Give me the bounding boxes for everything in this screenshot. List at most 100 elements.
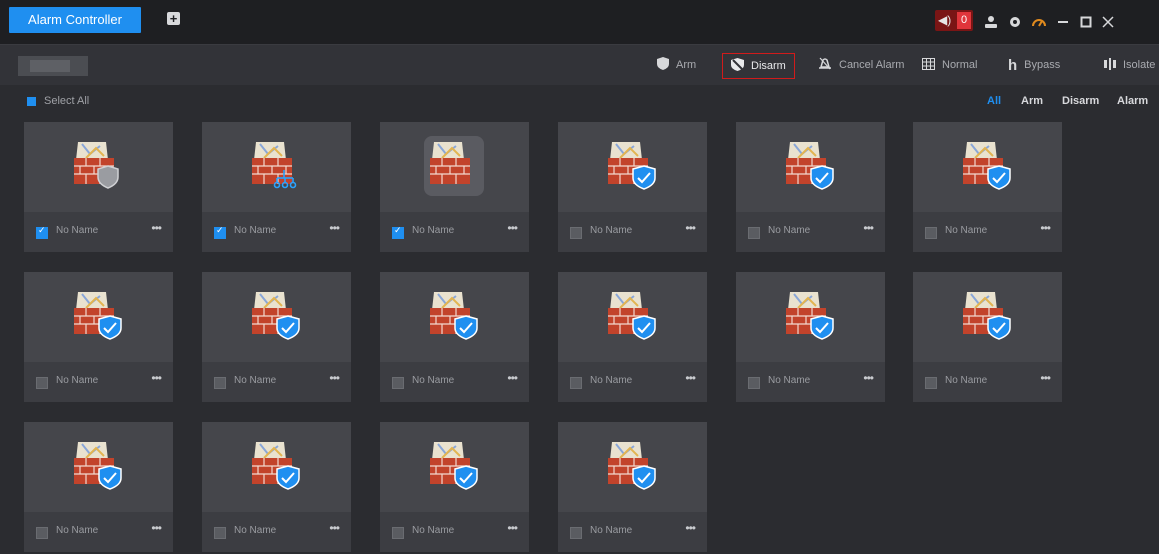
zone-card[interactable]: No Name ••• [24, 422, 173, 552]
zone-image[interactable] [558, 122, 707, 212]
zone-footer: No Name ••• [913, 212, 1062, 252]
tab-alarm-controller[interactable]: Alarm Controller [9, 7, 141, 33]
zone-checkbox[interactable] [214, 377, 226, 389]
zone-card[interactable]: No Name ••• [736, 122, 885, 252]
zone-image[interactable] [558, 272, 707, 362]
firewall-zone-icon [424, 136, 484, 196]
more-options-icon[interactable]: ••• [329, 521, 340, 535]
zone-footer: No Name ••• [380, 212, 529, 252]
more-options-icon[interactable]: ••• [1040, 371, 1051, 385]
zone-image[interactable] [913, 272, 1062, 362]
zone-checkbox[interactable] [392, 527, 404, 539]
zone-checkbox[interactable] [36, 225, 48, 239]
zone-card[interactable]: No Name ••• [202, 122, 351, 252]
minimize-icon[interactable] [1057, 0, 1069, 44]
maximize-icon[interactable] [1080, 0, 1092, 44]
bypass-button[interactable]: h Bypass [1008, 53, 1060, 77]
zone-footer: No Name ••• [24, 362, 173, 402]
gear-icon[interactable] [1008, 0, 1022, 44]
zone-checkbox[interactable] [925, 227, 937, 239]
zone-name: No Name [945, 375, 988, 386]
zone-card[interactable]: No Name ••• [202, 272, 351, 402]
bypass-label: Bypass [1024, 59, 1061, 71]
zone-checkbox[interactable] [214, 225, 226, 239]
zone-checkbox[interactable] [748, 377, 760, 389]
firewall-zone-icon [606, 440, 658, 492]
zone-card[interactable]: No Name ••• [558, 272, 707, 402]
disarm-label: Disarm [751, 60, 786, 72]
zone-checkbox[interactable] [214, 527, 226, 539]
more-options-icon[interactable]: ••• [329, 221, 340, 235]
zone-footer: No Name ••• [202, 512, 351, 552]
zone-card[interactable]: No Name ••• [913, 122, 1062, 252]
more-options-icon[interactable]: ••• [507, 521, 518, 535]
zone-footer: No Name ••• [558, 512, 707, 552]
zone-image[interactable] [913, 122, 1062, 212]
more-options-icon[interactable]: ••• [685, 221, 696, 235]
zone-image[interactable] [202, 122, 351, 212]
more-options-icon[interactable]: ••• [151, 221, 162, 235]
zone-checkbox[interactable] [392, 225, 404, 239]
zone-image[interactable] [380, 422, 529, 512]
select-all-checkbox[interactable]: Select All [27, 95, 89, 107]
more-options-icon[interactable]: ••• [507, 371, 518, 385]
zone-checkbox[interactable] [570, 227, 582, 239]
more-options-icon[interactable]: ••• [151, 371, 162, 385]
arm-button[interactable]: Arm [657, 53, 696, 77]
close-icon[interactable] [1102, 0, 1114, 44]
user-icon[interactable] [984, 0, 998, 44]
zone-checkbox[interactable] [36, 377, 48, 389]
filter-disarm[interactable]: Disarm [1062, 95, 1099, 107]
zone-checkbox[interactable] [392, 377, 404, 389]
zone-card[interactable]: No Name ••• [558, 122, 707, 252]
filter-arm[interactable]: Arm [1021, 95, 1043, 107]
zone-image[interactable] [736, 122, 885, 212]
plus-box-icon[interactable]: + [167, 12, 180, 25]
more-options-icon[interactable]: ••• [329, 371, 340, 385]
shield-icon [657, 57, 669, 73]
zone-name: No Name [56, 225, 99, 236]
zone-footer: No Name ••• [24, 212, 173, 252]
zone-checkbox[interactable] [925, 377, 937, 389]
zone-card[interactable]: No Name ••• [380, 122, 529, 252]
more-options-icon[interactable]: ••• [1040, 221, 1051, 235]
zone-footer: No Name ••• [736, 362, 885, 402]
zone-image[interactable] [24, 122, 173, 212]
zone-image[interactable] [202, 422, 351, 512]
zone-card[interactable]: No Name ••• [380, 272, 529, 402]
zone-image[interactable] [380, 272, 529, 362]
zone-card[interactable]: No Name ••• [24, 272, 173, 402]
zone-footer: No Name ••• [736, 212, 885, 252]
more-options-icon[interactable]: ••• [685, 521, 696, 535]
filter-alarm[interactable]: Alarm [1117, 95, 1148, 107]
zone-checkbox[interactable] [570, 527, 582, 539]
zone-card[interactable]: No Name ••• [913, 272, 1062, 402]
zone-image[interactable] [736, 272, 885, 362]
filter-all[interactable]: All [987, 95, 1001, 107]
zone-card[interactable]: No Name ••• [558, 422, 707, 552]
zone-image[interactable] [24, 272, 173, 362]
zone-card[interactable]: No Name ••• [202, 422, 351, 552]
cancel-alarm-button[interactable]: Cancel Alarm [818, 53, 904, 77]
zone-name: No Name [234, 525, 277, 536]
zone-image[interactable] [380, 122, 529, 212]
normal-button[interactable]: Normal [922, 53, 977, 77]
more-options-icon[interactable]: ••• [863, 221, 874, 235]
zone-checkbox[interactable] [570, 377, 582, 389]
zone-checkbox[interactable] [36, 527, 48, 539]
zone-card[interactable]: No Name ••• [736, 272, 885, 402]
gauge-icon[interactable] [1031, 0, 1047, 44]
zone-image[interactable] [202, 272, 351, 362]
zone-card[interactable]: No Name ••• [380, 422, 529, 552]
zone-card[interactable]: No Name ••• [24, 122, 173, 252]
more-options-icon[interactable]: ••• [863, 371, 874, 385]
alarm-counter[interactable]: ◀) 0 [935, 10, 973, 31]
more-options-icon[interactable]: ••• [507, 221, 518, 235]
isolate-button[interactable]: Isolate [1104, 53, 1155, 77]
more-options-icon[interactable]: ••• [685, 371, 696, 385]
zone-image[interactable] [558, 422, 707, 512]
more-options-icon[interactable]: ••• [151, 521, 162, 535]
zone-image[interactable] [24, 422, 173, 512]
disarm-button[interactable]: Disarm [722, 53, 795, 79]
zone-checkbox[interactable] [748, 227, 760, 239]
